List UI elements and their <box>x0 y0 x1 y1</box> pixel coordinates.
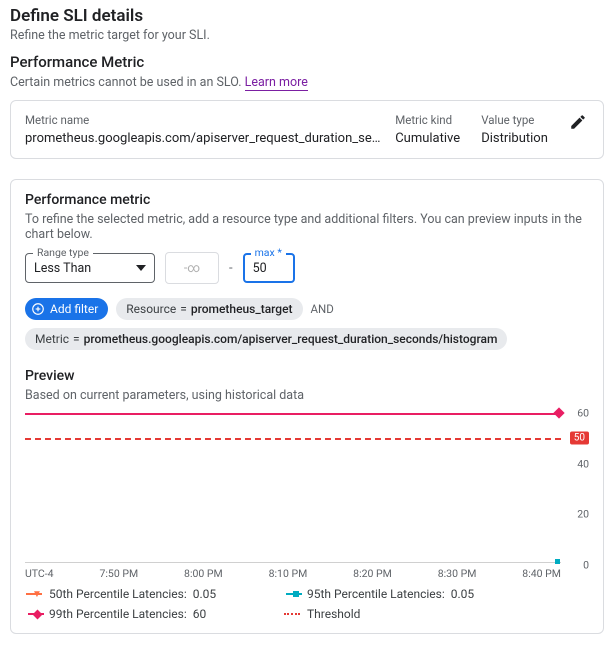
range-type-label: Range type <box>33 246 93 259</box>
page-title: Define SLI details <box>10 6 604 26</box>
chart-xtick: 8:20 PM <box>353 567 392 583</box>
learn-more-link[interactable]: Learn more <box>245 75 308 91</box>
filter-and: AND <box>311 302 334 316</box>
chart-xtick: 8:40 PM <box>522 567 561 583</box>
range-dash: - <box>229 261 233 276</box>
filter-chip-resource[interactable]: Resource = prometheus_target <box>116 298 302 320</box>
value-type-value: Distribution <box>481 131 559 146</box>
metric-name-value: prometheus.googleapis.com/apiserver_requ… <box>25 131 387 146</box>
preview-subtitle: Based on current parameters, using histo… <box>25 388 589 403</box>
p99-marker <box>553 407 564 418</box>
page-subtitle: Refine the metric target for your SLI. <box>10 28 604 43</box>
refine-card: Performance metric To refine the selecte… <box>10 179 604 634</box>
metric-name-label: Metric name <box>25 113 387 127</box>
legend-threshold: Threshold <box>283 607 513 621</box>
metric-kind-value: Cumulative <box>395 131 473 146</box>
chart-xtick: 8:00 PM <box>184 567 223 583</box>
min-field: -∞ <box>165 252 219 284</box>
chart-xtick: 8:30 PM <box>438 567 477 583</box>
metric-kind-label: Metric kind <box>395 113 473 127</box>
value-type-label: Value type <box>481 113 559 127</box>
chart-ytick: 40 <box>567 457 589 470</box>
filter-chip-metric[interactable]: Metric = prometheus.googleapis.com/apise… <box>25 328 507 350</box>
legend-p95: 95th Percentile Latencies: 0.05 <box>283 587 513 601</box>
chart-xtick: 7:50 PM <box>99 567 138 583</box>
preview-chart: UTC-4 7:50 PM 8:00 PM 8:10 PM 8:20 PM 8:30 PM… <box>25 413 589 583</box>
chart-ytick: 20 <box>567 508 589 521</box>
threshold-badge: 50 <box>570 432 589 445</box>
threshold-line <box>25 438 561 440</box>
metric-summary-card: Metric name prometheus.googleapis.com/ap… <box>10 100 604 159</box>
chart-baseline <box>25 562 561 565</box>
chart-xtick: 8:10 PM <box>269 567 308 583</box>
perf-metric-heading: Performance Metric <box>10 53 604 71</box>
refine-subtitle: To refine the selected metric, add a res… <box>25 212 589 242</box>
p95-baseline-marker <box>555 559 560 564</box>
add-filter-button[interactable]: Add filter <box>25 298 108 320</box>
refine-title: Performance metric <box>25 192 589 208</box>
chart-legend: ▼ 50th Percentile Latencies: 0.05 95th P… <box>25 587 589 621</box>
max-label: max * <box>251 246 286 259</box>
chart-xaxis: UTC-4 7:50 PM 8:00 PM 8:10 PM 8:20 PM 8:30 PM… <box>25 567 561 583</box>
chart-xtick: UTC-4 <box>25 567 54 583</box>
chevron-down-icon <box>136 265 146 271</box>
chart-ytick: 0 <box>567 559 589 572</box>
legend-p50: ▼ 50th Percentile Latencies: 0.05 <box>25 587 255 601</box>
chart-ytick: 60 <box>567 407 589 420</box>
legend-p99: 99th Percentile Latencies: 60 <box>25 607 255 621</box>
preview-title: Preview <box>25 368 589 384</box>
edit-icon[interactable] <box>569 113 587 135</box>
p99-line <box>25 413 561 415</box>
perf-metric-desc: Certain metrics cannot be used in an SLO… <box>10 75 604 90</box>
